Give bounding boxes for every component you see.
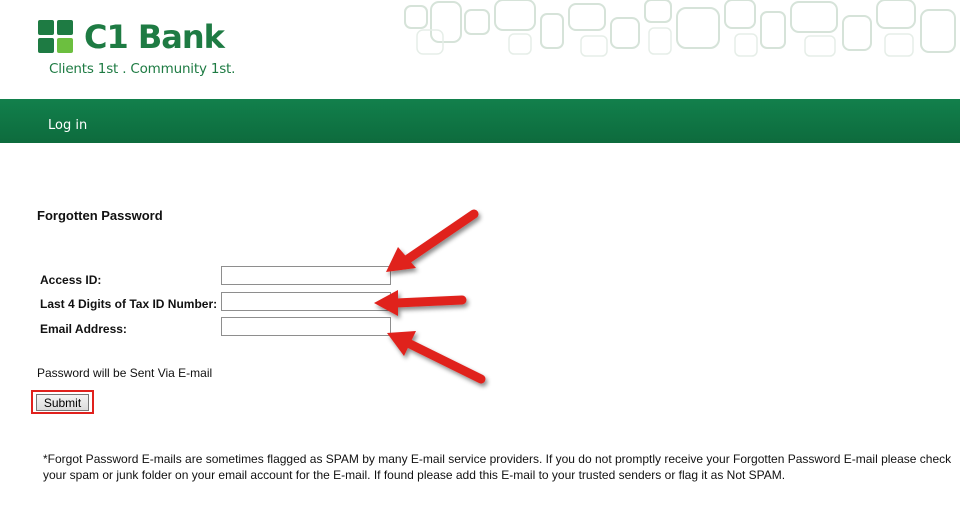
brand-name: C1 Bank (84, 18, 225, 56)
access-id-input[interactable] (221, 266, 391, 285)
c1-bank-logo[interactable]: C1 Bank Clients 1st . Community 1st. (38, 18, 278, 80)
header: C1 Bank Clients 1st . Community 1st. (0, 0, 960, 99)
decorative-pattern (404, 0, 956, 57)
arrow-icon (386, 209, 479, 272)
arrow-icon (387, 331, 486, 384)
bank-logo-icon (38, 20, 73, 53)
tax-id-input[interactable] (221, 292, 391, 311)
nav-bar: Log in (0, 99, 960, 143)
access-id-label: Access ID: (40, 273, 102, 287)
brand-tagline: Clients 1st . Community 1st. (49, 61, 236, 77)
page-title: Forgotten Password (37, 208, 163, 223)
tax-id-label: Last 4 Digits of Tax ID Number: (40, 297, 218, 311)
email-address-input[interactable] (221, 317, 391, 336)
submit-button[interactable]: Submit (36, 394, 89, 411)
email-address-label: Email Address: (40, 322, 127, 336)
delivery-note: Password will be Sent Via E-mail (37, 366, 213, 380)
nav-login-link[interactable]: Log in (48, 118, 87, 133)
spam-disclaimer: *Forgot Password E-mails are sometimes f… (43, 452, 952, 482)
submit-highlight-box: Submit (31, 390, 94, 414)
